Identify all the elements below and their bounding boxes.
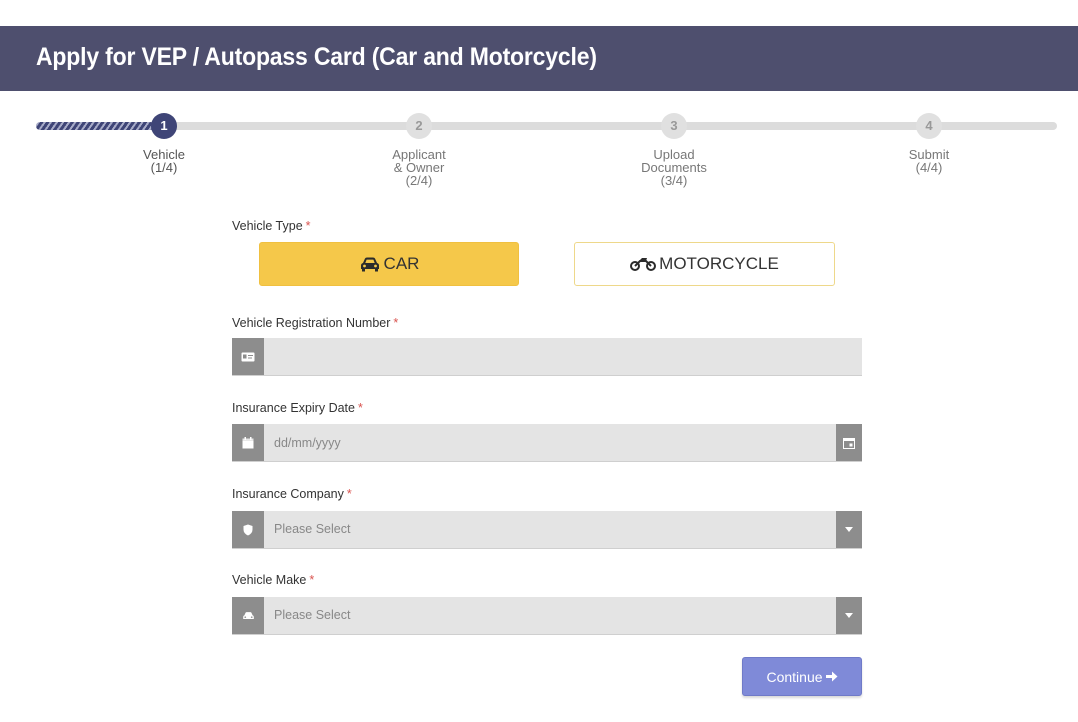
- registration-label: Vehicle Registration Number *: [232, 316, 398, 330]
- step-1-circle: 1: [151, 113, 177, 139]
- stepper-track: [36, 122, 1057, 130]
- required-marker: *: [346, 487, 352, 501]
- motorcycle-type-button[interactable]: MOTORCYCLE: [574, 242, 835, 286]
- continue-button[interactable]: Continue: [742, 657, 862, 696]
- registration-field: [232, 338, 862, 376]
- step-1-label: Vehicle (1/4): [104, 148, 224, 174]
- registration-label-text: Vehicle Registration Number: [232, 316, 391, 330]
- progress-stepper: 1 Vehicle (1/4) 2 Applicant & Owner (2/4…: [0, 110, 1078, 200]
- insurance-company-value: Please Select: [274, 522, 351, 536]
- insurance-company-label: Insurance Company *: [232, 487, 352, 501]
- car-type-label: CAR: [383, 254, 420, 273]
- registration-addon: [232, 338, 264, 375]
- id-card-icon: [241, 352, 255, 361]
- calendar-icon: [242, 436, 254, 448]
- calendar-picker-icon: [843, 437, 855, 449]
- page-title: Apply for VEP / Autopass Card (Car and M…: [36, 43, 597, 71]
- caret-down-icon: [845, 527, 853, 532]
- stepper-progress: [36, 122, 154, 130]
- vehicle-make-label-text: Vehicle Make: [232, 573, 307, 587]
- page-header: Apply for VEP / Autopass Card (Car and M…: [0, 26, 1078, 91]
- insurance-expiry-field: [232, 424, 862, 462]
- motorcycle-type-label: MOTORCYCLE: [659, 254, 779, 273]
- vehicle-make-dropdown-toggle[interactable]: [836, 597, 862, 634]
- shield-icon: [243, 524, 253, 535]
- required-marker: *: [357, 401, 363, 415]
- step-2-count: (2/4): [405, 173, 433, 188]
- step-3-count: (3/4): [660, 173, 688, 188]
- step-1-count: (1/4): [150, 160, 178, 175]
- required-marker: *: [393, 316, 399, 330]
- vehicle-make-label: Vehicle Make *: [232, 573, 314, 587]
- insurance-company-select[interactable]: Please Select: [232, 511, 862, 549]
- insurance-expiry-addon: [232, 424, 264, 461]
- required-marker: *: [309, 573, 315, 587]
- insurance-expiry-input[interactable]: [274, 424, 814, 461]
- date-picker-button[interactable]: [836, 424, 862, 461]
- step-4-label: Submit (4/4): [869, 148, 989, 174]
- car-type-button[interactable]: CAR: [259, 242, 519, 286]
- step-2-label: Applicant & Owner (2/4): [359, 148, 479, 187]
- caret-down-icon: [845, 613, 853, 618]
- insurance-company-dropdown-toggle[interactable]: [836, 511, 862, 548]
- vehicle-make-value: Please Select: [274, 608, 351, 622]
- vehicle-type-label-text: Vehicle Type: [232, 219, 303, 233]
- continue-label: Continue: [766, 668, 823, 685]
- motorcycle-icon: [630, 258, 657, 271]
- required-marker: *: [305, 219, 311, 233]
- insurance-company-addon: [232, 511, 264, 548]
- registration-input[interactable]: [274, 338, 814, 375]
- vehicle-make-select[interactable]: Please Select: [232, 597, 862, 635]
- car-icon: [242, 611, 254, 619]
- step-4-circle: 4: [916, 113, 942, 139]
- vehicle-make-addon: [232, 597, 264, 634]
- step-3-circle: 3: [661, 113, 687, 139]
- arrow-right-icon: [825, 671, 838, 682]
- step-2-circle: 2: [406, 113, 432, 139]
- step-4-count: (4/4): [915, 160, 943, 175]
- step-3-label: Upload Documents (3/4): [614, 148, 734, 187]
- insurance-expiry-label-text: Insurance Expiry Date: [232, 401, 355, 415]
- insurance-company-label-text: Insurance Company: [232, 487, 344, 501]
- insurance-expiry-label: Insurance Expiry Date *: [232, 401, 363, 415]
- car-icon: [360, 257, 379, 272]
- vehicle-type-label: Vehicle Type *: [232, 219, 311, 233]
